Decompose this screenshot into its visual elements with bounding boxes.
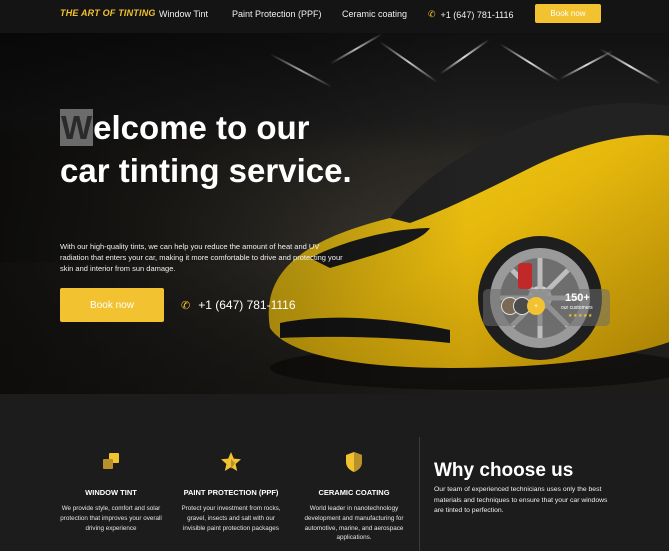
feature-title: WINDOW TINT — [85, 488, 137, 497]
nav-phone-link[interactable]: ✆ +1 (647) 781-1116 — [428, 9, 514, 20]
nav-link-window-tint[interactable]: Window Tint — [159, 9, 208, 19]
rating-stars-icon: ★★★★★ — [568, 313, 593, 319]
customer-avatars: + — [501, 297, 545, 317]
star-shield-icon — [221, 452, 241, 471]
nav-link-ceramic-coating[interactable]: Ceramic coating — [342, 9, 407, 19]
window-tint-icon — [103, 453, 119, 469]
feature-title: CERAMIC COATING — [318, 488, 390, 497]
hero-description: With our high-quality tints, we can help… — [60, 242, 343, 273]
shield-icon — [346, 452, 362, 472]
features-section: WINDOW TINT We provide style, comfort an… — [0, 394, 669, 551]
phone-icon: ✆ — [181, 299, 191, 312]
phone-icon: ✆ — [428, 9, 436, 19]
feature-ceramic-coating: CERAMIC COATING World leader in nanotech… — [299, 450, 409, 543]
top-navigation: THE ART OF TINTING Window Tint Paint Pro… — [0, 0, 669, 33]
customer-count-badge: + 150+ our customers ★★★★★ — [483, 289, 610, 326]
feature-description: We provide style, comfort and solar prot… — [60, 505, 162, 532]
feature-paint-protection: PAINT PROTECTION (PPF) Protect your inve… — [176, 450, 286, 533]
why-choose-us-description: Our team of experienced technicians uses… — [434, 486, 608, 514]
feature-description: World leader in nanotechnology developme… — [304, 505, 404, 542]
hero-book-now-button[interactable]: Book now — [60, 288, 164, 322]
hero-title-rest: elcome to our car tinting service. — [60, 109, 352, 189]
nav-book-now-button[interactable]: Book now — [535, 4, 601, 23]
hero-title: Welcome to our car tinting service. — [60, 106, 360, 192]
nav-phone-number: +1 (647) 781-1116 — [440, 9, 514, 20]
avatar-more: + — [527, 297, 545, 315]
section-divider — [419, 437, 420, 551]
feature-window-tint: WINDOW TINT We provide style, comfort an… — [56, 450, 166, 533]
hero-phone-number: +1 (647) 781-1116 — [198, 298, 296, 312]
hero-section: Welcome to our car tinting service. With… — [0, 33, 669, 394]
hero-overlay — [0, 33, 669, 394]
hero-title-first-letter: W — [60, 109, 94, 146]
why-choose-us-title: Why choose us — [434, 460, 574, 481]
customer-count-label: our customers — [561, 305, 593, 311]
hero-phone-link[interactable]: ✆ +1 (647) 781-1116 — [181, 298, 296, 312]
nav-link-paint-protection[interactable]: Paint Protection (PPF) — [232, 9, 322, 19]
feature-description: Protect your investment from rocks, grav… — [181, 505, 281, 532]
site-logo[interactable]: THE ART OF TINTING — [60, 8, 156, 18]
customer-count: 150+ — [565, 292, 590, 304]
feature-title: PAINT PROTECTION (PPF) — [183, 488, 279, 497]
